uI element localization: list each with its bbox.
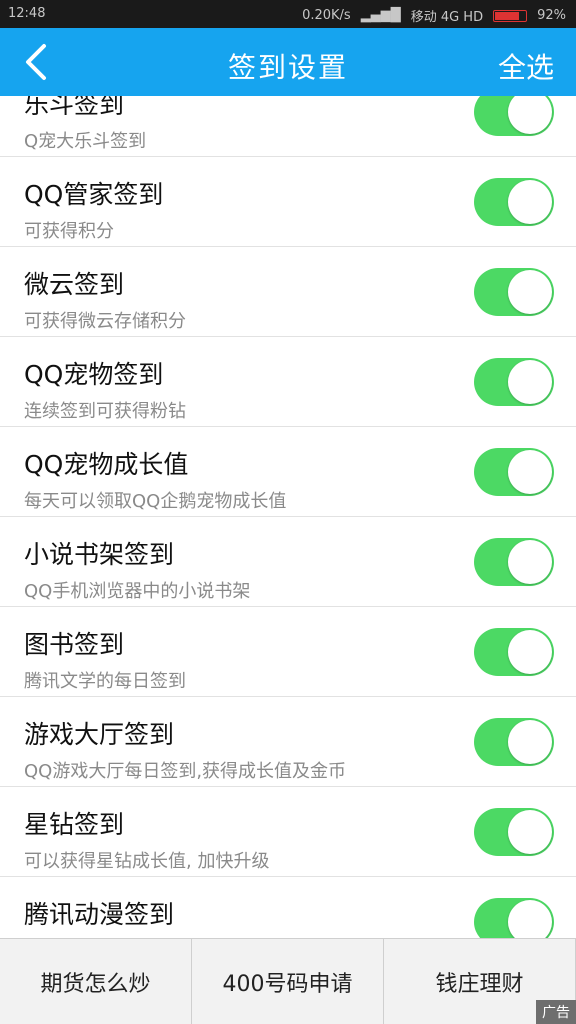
top-bar: 签到设置 全选: [0, 28, 576, 96]
toggle-switch[interactable]: [474, 628, 554, 676]
battery-icon: [493, 9, 528, 22]
item-name: 游戏大厅签到: [24, 720, 175, 749]
list-item: 小说书架签到 QQ手机浏览器中的小说书架: [0, 517, 576, 607]
list-item: 游戏大厅签到 QQ游戏大厅每日签到,获得成长值及金币: [0, 697, 576, 787]
item-name: 乐斗签到: [24, 96, 125, 119]
list-item: QQ管家签到 可获得积分: [0, 157, 576, 247]
item-desc: 可获得微云存储积分: [24, 311, 186, 332]
signin-list: 乐斗签到 Q宠大乐斗签到 QQ管家签到 可获得积分 微云签到 可获得微云存储积分…: [0, 96, 576, 938]
ad-button-400-number[interactable]: 400号码申请: [192, 939, 384, 1024]
select-all-button[interactable]: 全选: [498, 46, 554, 86]
toggle-switch[interactable]: [474, 358, 554, 406]
carrier-label: 移动 4G HD: [410, 10, 484, 25]
item-desc: Q宠大乐斗签到: [24, 131, 147, 152]
list-item: 星钻签到 可以获得星钻成长值, 加快升级: [0, 787, 576, 877]
ad-label: 广告: [536, 1000, 576, 1024]
page-title: 签到设置: [227, 51, 348, 84]
item-name: 微云签到: [24, 270, 125, 299]
toggle-switch[interactable]: [474, 808, 554, 856]
item-name: 腾讯动漫签到: [24, 900, 175, 929]
list-item: 图书签到 腾讯文学的每日签到: [0, 607, 576, 697]
status-bar: 12:48 0.20K/s ▂▄▆█ 移动 4G HD 92%: [0, 0, 576, 28]
item-name: 图书签到: [24, 630, 125, 659]
toggle-switch[interactable]: [474, 538, 554, 586]
signal-icon: ▂▄▆█: [360, 8, 401, 23]
network-speed: 0.20K/s: [302, 8, 351, 23]
toggle-switch[interactable]: [474, 178, 554, 226]
item-name: QQ宠物签到: [24, 360, 164, 389]
list-item: QQ宠物成长值 每天可以领取QQ企鹅宠物成长值: [0, 427, 576, 517]
item-desc: 可以获得星钻成长值, 加快升级: [24, 851, 270, 872]
toggle-switch[interactable]: [474, 718, 554, 766]
toggle-switch[interactable]: [474, 898, 554, 938]
status-time: 12:48: [8, 6, 46, 21]
item-name: 星钻签到: [24, 810, 125, 839]
ad-bar: 期货怎么炒 400号码申请 钱庄理财 广告: [0, 938, 576, 1024]
item-desc: 每天可以领取QQ企鹅宠物成长值: [24, 491, 287, 512]
item-name: QQ管家签到: [24, 180, 164, 209]
list-item: 乐斗签到 Q宠大乐斗签到: [0, 96, 576, 157]
toggle-switch[interactable]: [474, 96, 554, 136]
list-item: QQ宠物签到 连续签到可获得粉钻: [0, 337, 576, 427]
list-item: 微云签到 可获得微云存储积分: [0, 247, 576, 337]
item-desc: QQ游戏大厅每日签到,获得成长值及金币: [24, 761, 347, 782]
item-desc: 可获得积分: [24, 221, 114, 242]
ad-button-futures[interactable]: 期货怎么炒: [0, 939, 192, 1024]
battery-percent: 92%: [537, 8, 566, 23]
item-name: 小说书架签到: [24, 540, 175, 569]
item-desc: QQ手机浏览器中的小说书架: [24, 581, 251, 602]
item-desc: 连续签到可获得粉钻: [24, 401, 186, 422]
list-item: 腾讯动漫签到: [0, 877, 576, 938]
toggle-switch[interactable]: [474, 268, 554, 316]
item-desc: 腾讯文学的每日签到: [24, 671, 186, 692]
toggle-switch[interactable]: [474, 448, 554, 496]
item-name: QQ宠物成长值: [24, 450, 189, 479]
